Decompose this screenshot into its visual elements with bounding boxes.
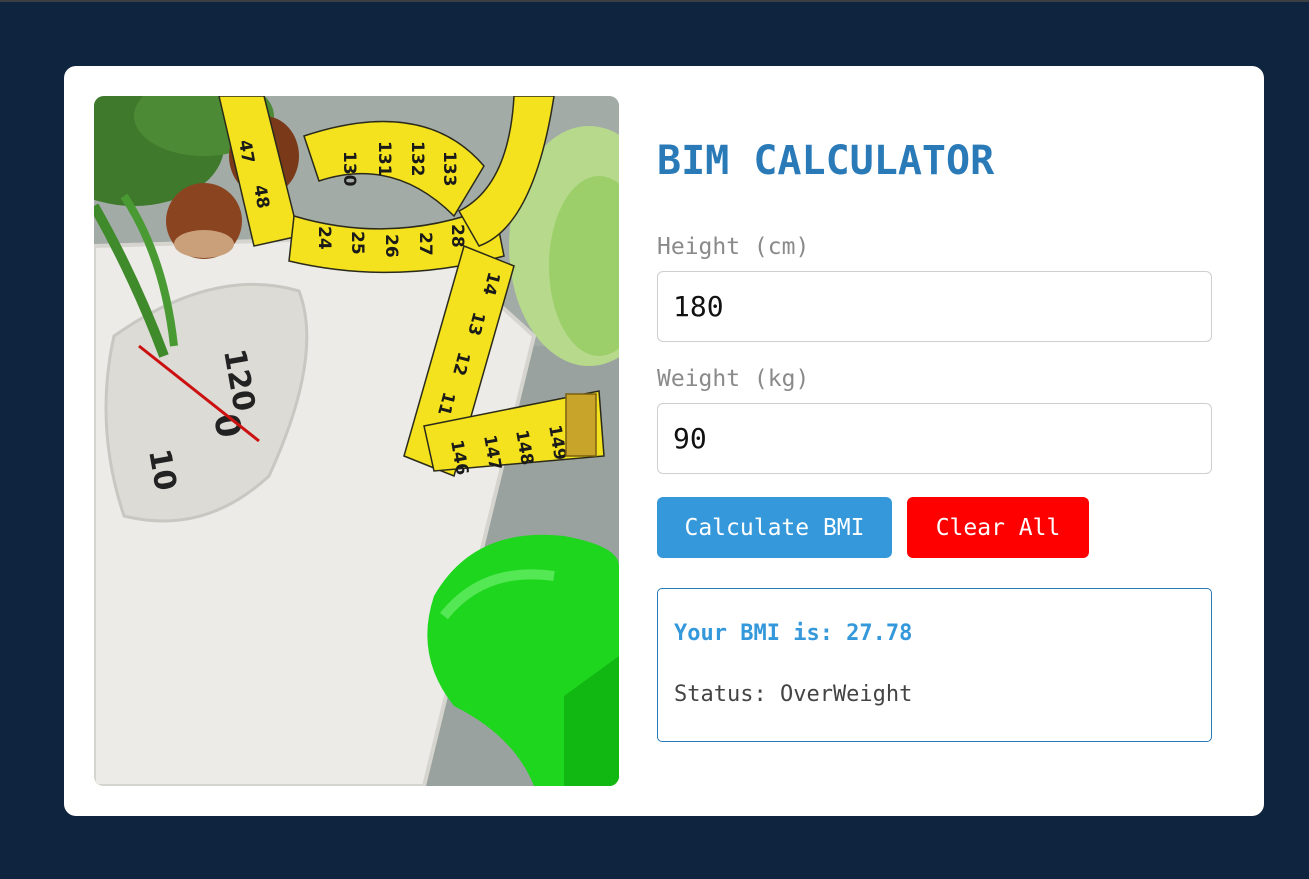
tape-number-27: 27 xyxy=(415,232,435,256)
clear-all-button[interactable]: Clear All xyxy=(907,497,1089,558)
tape-number-47: 47 xyxy=(234,138,258,165)
tape-number-130: 130 xyxy=(339,151,359,187)
tape-number-26: 26 xyxy=(381,234,401,258)
scale-tape-dumbbell-image: 120 0 10 47 48 130 131 132 133 24 25 26 … xyxy=(94,96,619,786)
tape-number-131: 131 xyxy=(374,141,394,177)
tape-number-25: 25 xyxy=(347,231,367,255)
bmi-status-text: Status: OverWeight xyxy=(674,682,913,707)
calculate-bmi-button[interactable]: Calculate BMI xyxy=(657,497,892,558)
scale-number-10: 10 xyxy=(141,446,183,493)
calculator-card: 120 0 10 47 48 130 131 132 133 24 25 26 … xyxy=(64,66,1264,816)
fitness-photo: 120 0 10 47 48 130 131 132 133 24 25 26 … xyxy=(94,96,619,786)
height-label: Height (cm) xyxy=(657,234,810,260)
tape-number-28: 28 xyxy=(447,224,467,248)
result-box: Your BMI is: 27.78 Status: OverWeight xyxy=(657,588,1212,742)
window-top-border xyxy=(0,0,1309,2)
tape-number-24: 24 xyxy=(314,226,334,250)
height-input[interactable] xyxy=(657,271,1212,342)
weight-input[interactable] xyxy=(657,403,1212,474)
tape-number-48: 48 xyxy=(249,183,273,210)
weight-label: Weight (kg) xyxy=(657,366,810,392)
bmi-result-text: Your BMI is: 27.78 xyxy=(674,621,913,646)
tape-number-133: 133 xyxy=(439,151,459,187)
page-title: BIM CALCULATOR xyxy=(657,138,995,184)
tape-number-132: 132 xyxy=(407,141,427,177)
